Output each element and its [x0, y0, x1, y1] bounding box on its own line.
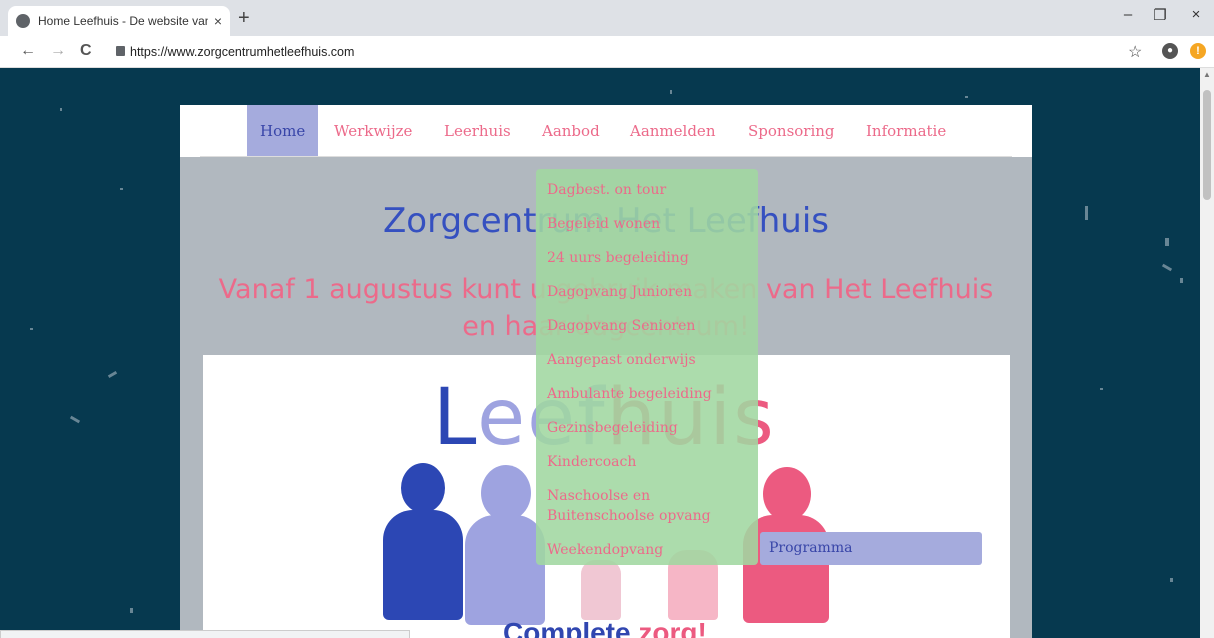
- dropdown-item-naschoolse-opvang[interactable]: Naschoolse en Buitenschoolse opvang: [536, 479, 758, 533]
- minimize-button[interactable]: –: [1118, 6, 1138, 23]
- nav-werkwijze[interactable]: Werkwijze: [321, 105, 425, 157]
- new-tab-button[interactable]: +: [238, 8, 250, 28]
- dropdown-item-dagopvang-senioren[interactable]: Dagopvang Senioren: [536, 309, 758, 343]
- nav-sponsoring[interactable]: Sponsoring: [735, 105, 848, 157]
- figure-blue: [383, 510, 463, 620]
- lock-icon: [116, 46, 125, 56]
- figure-lavender: [465, 515, 545, 625]
- tab-title: Home Leefhuis - De website van: [38, 14, 208, 28]
- reload-button[interactable]: C: [80, 42, 92, 60]
- forward-button[interactable]: →: [50, 42, 66, 60]
- dropdown-item-aangepast-onderwijs[interactable]: Aangepast onderwijs: [536, 343, 758, 377]
- scrollbar-thumb[interactable]: [1203, 90, 1211, 200]
- submenu-item-programma[interactable]: Programma: [760, 532, 982, 565]
- account-icon[interactable]: ●: [1162, 43, 1178, 59]
- back-button[interactable]: ←: [20, 42, 36, 60]
- nav-aanmelden[interactable]: Aanmelden: [617, 105, 728, 157]
- nav-home[interactable]: Home: [247, 105, 319, 157]
- figure-head-pink: [763, 467, 811, 521]
- dropdown-item-dagopvang-junioren[interactable]: Dagopvang Junioren: [536, 275, 758, 309]
- aanbod-dropdown-menu: Dagbest. on tour Begeleid wonen 24 uurs …: [536, 169, 758, 565]
- browser-tab[interactable]: Home Leefhuis - De website van ×: [8, 6, 230, 36]
- nav-divider: [200, 156, 1012, 157]
- bookmark-star-icon[interactable]: ☆: [1128, 42, 1142, 62]
- figure-head-blue: [401, 463, 445, 513]
- figure-pink-small: [581, 560, 621, 620]
- url-field[interactable]: https://www.zorgcentrumhetleefhuis.com: [130, 45, 354, 59]
- dropdown-item-24-uurs[interactable]: 24 uurs begeleiding: [536, 241, 758, 275]
- alert-badge[interactable]: !: [1190, 43, 1206, 59]
- address-bar: ← → C https://www.zorgcentrumhetleefhuis…: [0, 36, 1214, 68]
- dropdown-item-begeleid-wonen[interactable]: Begeleid wonen: [536, 207, 758, 241]
- nav-aanbod[interactable]: Aanbod: [529, 105, 613, 157]
- dropdown-item-dagbest[interactable]: Dagbest. on tour: [536, 173, 758, 207]
- status-bar: [0, 630, 410, 638]
- figure-head-lavender: [481, 465, 531, 521]
- globe-icon: [16, 14, 30, 28]
- dropdown-item-kindercoach[interactable]: Kindercoach: [536, 445, 758, 479]
- dropdown-item-ambulante-begeleiding[interactable]: Ambulante begeleiding: [536, 377, 758, 411]
- dropdown-item-weekendopvang[interactable]: Weekendopvang: [536, 533, 758, 567]
- restore-button[interactable]: ❐: [1150, 6, 1170, 24]
- scroll-up-arrow-icon[interactable]: ▲: [1203, 70, 1211, 79]
- main-navigation: Home Werkwijze Leerhuis Aanbod Aanmelden…: [180, 105, 1032, 157]
- nav-leerhuis[interactable]: Leerhuis: [431, 105, 524, 157]
- hero-tagline: Complete zorg!: [503, 617, 707, 638]
- nav-informatie[interactable]: Informatie: [853, 105, 959, 157]
- dropdown-item-gezinsbegeleiding[interactable]: Gezinsbegeleiding: [536, 411, 758, 445]
- browser-tab-bar: Home Leefhuis - De website van × + – ❐ ×: [0, 0, 1214, 36]
- tab-close-icon[interactable]: ×: [214, 13, 222, 29]
- window-close-button[interactable]: ×: [1186, 6, 1206, 23]
